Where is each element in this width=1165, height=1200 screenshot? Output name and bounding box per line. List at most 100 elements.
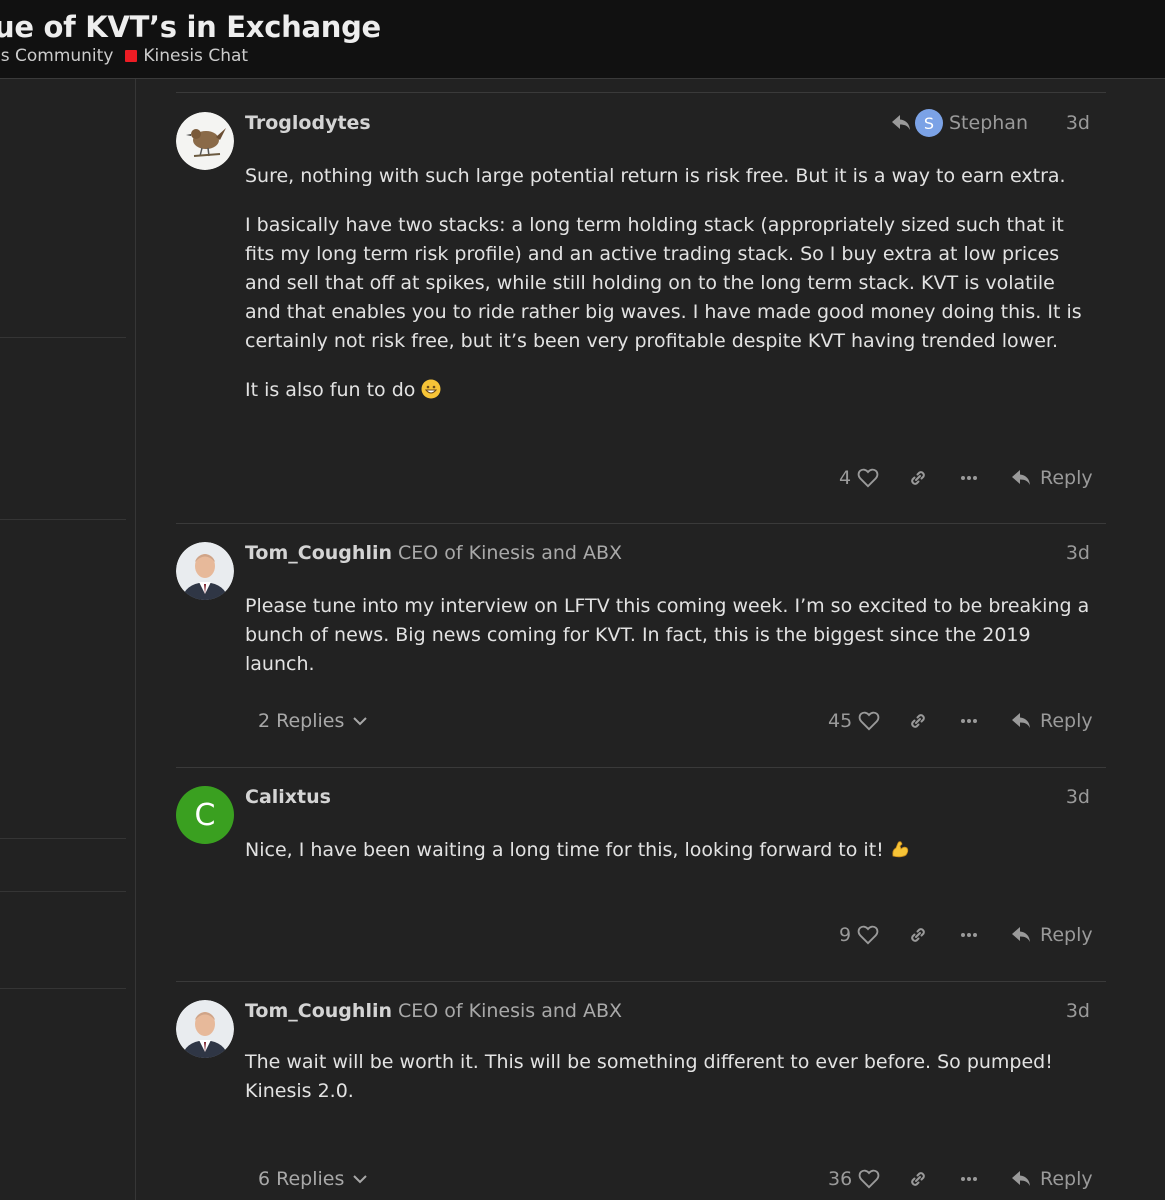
show-replies-button[interactable]: 6 Replies <box>258 1163 368 1195</box>
reply-to-avatar: S <box>915 109 943 137</box>
post-actions: 4 Reply <box>176 462 1093 494</box>
reply-icon <box>1012 927 1030 942</box>
post-body: Nice, I have been waiting a long time fo… <box>245 836 1092 885</box>
more-options-button[interactable] <box>960 919 978 951</box>
heart-icon <box>857 925 879 945</box>
post-paragraph: It is also fun to do <box>245 376 1092 405</box>
category-color-badge <box>125 50 138 62</box>
reply-to-tab[interactable]: S Stephan <box>891 109 1028 137</box>
like-button[interactable]: 36 <box>828 1163 880 1195</box>
avatar[interactable] <box>176 112 234 170</box>
link-icon <box>911 714 925 728</box>
post: C Calixtus 3d Nice, I have been waiting … <box>176 786 1106 966</box>
post-date[interactable]: 3d <box>1066 1000 1090 1022</box>
post-divider <box>176 92 1106 93</box>
flexed-biceps-emoji <box>890 839 910 859</box>
topic-header: ue of KVT’s in Exchange is Community Kin… <box>0 0 1165 79</box>
sidebar-divider <box>0 838 126 839</box>
post: Tom_Coughlin CEO of Kinesis and ABX 3d Pl… <box>176 542 1106 757</box>
post-paragraph-text: Nice, I have been waiting a long time fo… <box>245 839 884 861</box>
post-meta: Tom_Coughlin CEO of Kinesis and ABX 3d <box>245 1000 1090 1030</box>
post-actions: 6 Replies 36 Reply <box>176 1163 1093 1195</box>
link-icon <box>911 1172 925 1186</box>
reply-label: Reply <box>1040 467 1093 489</box>
avatar[interactable]: C <box>176 786 234 844</box>
reply-icon <box>1012 1171 1030 1186</box>
reply-to-username: Stephan <box>949 112 1028 134</box>
post-body: Sure, nothing with such large potential … <box>245 162 1092 425</box>
breadcrumb: is Community Kinesis Chat <box>0 46 248 66</box>
topic-title[interactable]: ue of KVT’s in Exchange <box>0 10 381 44</box>
like-button[interactable]: 9 <box>839 919 879 951</box>
post-paragraph: Sure, nothing with such large potential … <box>245 165 1066 187</box>
sidebar-divider <box>0 891 126 892</box>
like-button[interactable]: 45 <box>828 705 880 737</box>
reply-icon <box>1012 713 1030 728</box>
more-options-button[interactable] <box>960 462 978 494</box>
ellipsis-icon <box>961 476 977 480</box>
reply-arrow-icon <box>892 115 910 130</box>
heart-icon <box>857 468 879 488</box>
link-icon <box>911 928 925 942</box>
post-actions: 2 Replies 45 Reply <box>176 705 1093 737</box>
like-count: 36 <box>828 1168 853 1190</box>
more-options-button[interactable] <box>960 1163 978 1195</box>
like-count: 45 <box>828 710 853 732</box>
post-date[interactable]: 3d <box>1066 112 1090 134</box>
reply-label: Reply <box>1040 924 1093 946</box>
username[interactable]: Tom_Coughlin <box>245 1000 392 1022</box>
grinning-face-emoji <box>421 379 441 399</box>
share-link-button[interactable] <box>908 919 928 951</box>
share-link-button[interactable] <box>908 705 928 737</box>
avatar[interactable] <box>176 1000 234 1058</box>
link-icon <box>911 471 925 485</box>
avatar[interactable] <box>176 542 234 600</box>
like-button[interactable]: 4 <box>839 462 879 494</box>
share-link-button[interactable] <box>908 462 928 494</box>
user-title: CEO of Kinesis and ABX <box>398 542 623 564</box>
post-date[interactable]: 3d <box>1066 542 1090 564</box>
chevron-down-icon <box>353 717 368 726</box>
post-divider <box>176 981 1106 982</box>
post-date[interactable]: 3d <box>1066 786 1090 808</box>
reply-button[interactable]: Reply <box>1010 919 1093 951</box>
post-meta: Troglodytes S Stephan 3d <box>245 109 1090 142</box>
post-paragraph: The wait will be worth it. This will be … <box>245 1051 1053 1102</box>
username[interactable]: Troglodytes <box>245 112 371 134</box>
post-divider <box>176 767 1106 768</box>
sidebar-divider <box>0 988 126 989</box>
reply-label: Reply <box>1040 1168 1093 1190</box>
ellipsis-icon <box>961 933 977 937</box>
more-options-button[interactable] <box>960 705 978 737</box>
post-body: The wait will be worth it. This will be … <box>245 1048 1092 1126</box>
share-link-button[interactable] <box>908 1163 928 1195</box>
reply-button[interactable]: Reply <box>1010 462 1093 494</box>
heart-icon <box>858 1169 880 1189</box>
replies-count: 6 Replies <box>258 1168 345 1190</box>
post-paragraph: I basically have two stacks: a long term… <box>245 214 1082 352</box>
post-paragraph-text: It is also fun to do <box>245 379 416 401</box>
like-count: 4 <box>839 467 852 489</box>
sidebar-divider <box>0 519 126 520</box>
replies-count: 2 Replies <box>258 710 345 732</box>
chevron-down-icon <box>353 1175 368 1184</box>
post-paragraph: Nice, I have been waiting a long time fo… <box>245 836 1092 865</box>
reply-button[interactable]: Reply <box>1010 1163 1093 1195</box>
post: Troglodytes S Stephan 3d Sure, nothing w… <box>176 109 1106 512</box>
show-replies-button[interactable]: 2 Replies <box>258 705 368 737</box>
username[interactable]: Calixtus <box>245 786 331 808</box>
post: Tom_Coughlin CEO of Kinesis and ABX 3d Th… <box>176 1000 1106 1200</box>
reply-button[interactable]: Reply <box>1010 705 1093 737</box>
username[interactable]: Tom_Coughlin <box>245 542 392 564</box>
post-divider <box>176 523 1106 524</box>
user-title: CEO of Kinesis and ABX <box>398 1000 623 1022</box>
post-meta: Tom_Coughlin CEO of Kinesis and ABX 3d <box>245 542 1090 572</box>
breadcrumb-parent-category[interactable]: is Community <box>0 46 113 66</box>
breadcrumb-category[interactable]: Kinesis Chat <box>143 46 248 66</box>
ellipsis-icon <box>961 719 977 723</box>
reply-icon <box>1012 470 1030 485</box>
sidebar-divider <box>0 337 126 338</box>
like-count: 9 <box>839 924 852 946</box>
post-paragraph: Please tune into my interview on LFTV th… <box>245 595 1090 675</box>
reply-label: Reply <box>1040 710 1093 732</box>
